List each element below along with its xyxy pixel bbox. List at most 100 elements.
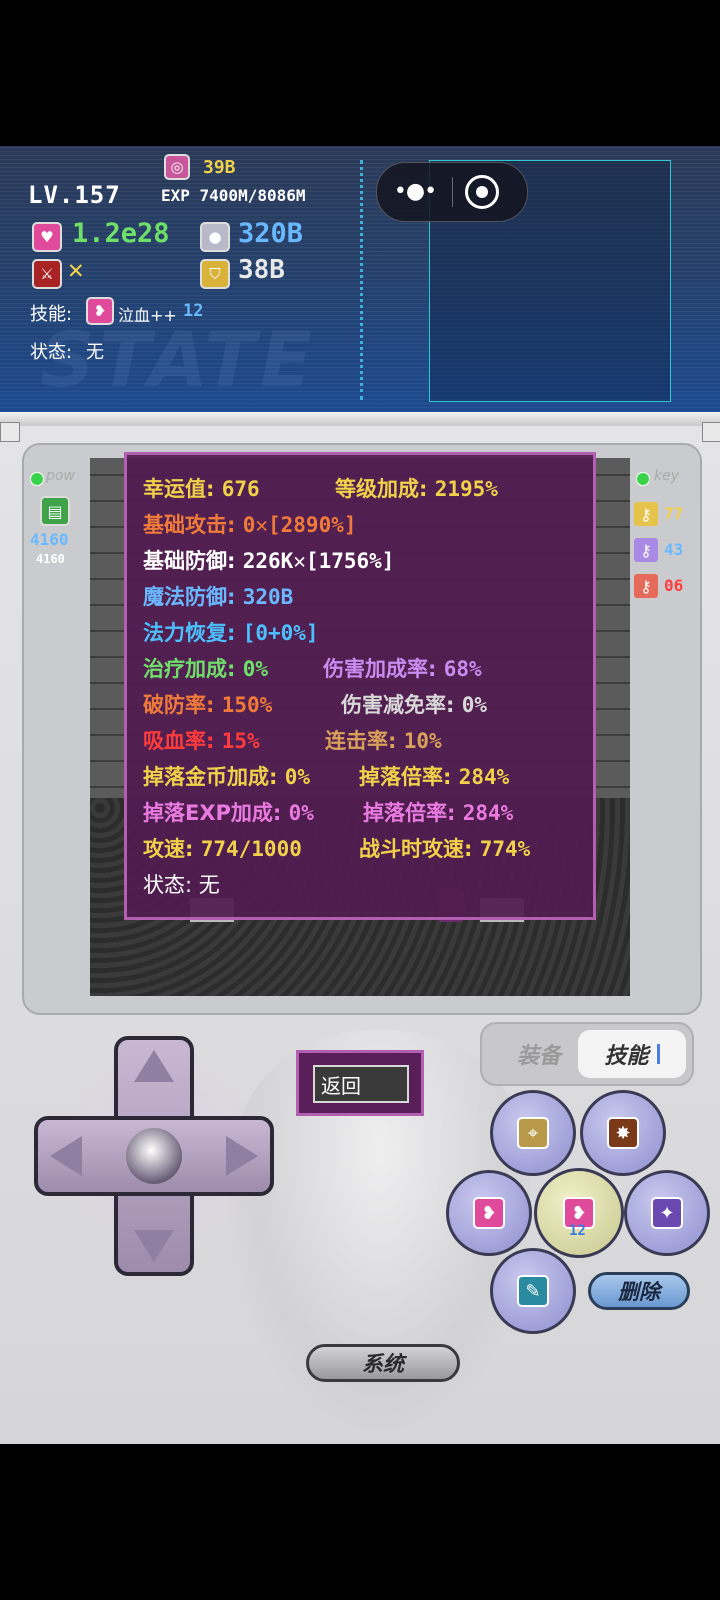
delete-button[interactable]: 删除 [588, 1272, 690, 1310]
gold-value: 39B [203, 157, 236, 178]
blue-key-count: 43 [664, 540, 684, 559]
stat-row-damage-bonus: 伤害加成率: 68% [323, 653, 482, 683]
panel-divider [360, 160, 363, 400]
back-button-frame: 返回 [296, 1050, 424, 1116]
heal-bonus-label: 治疗加成: [143, 657, 236, 681]
right-sidebar: key ⚷ 77 ⚷ 43 ⚷ 06 [632, 458, 694, 996]
state-watermark: STATE [40, 315, 316, 404]
target-icon: ⌖ [517, 1117, 549, 1149]
stat-row-exp-drop: 掉落EXP加成: 0% [143, 797, 314, 827]
dpad-down-arrow-icon[interactable] [134, 1230, 174, 1262]
base-attack-value: 0✕[2890%] [242, 513, 357, 537]
yellow-key-icon: ⚷ [632, 500, 660, 528]
skill-slot-scroll[interactable]: ✎ [490, 1248, 576, 1334]
gold-drop-label: 掉落金币加成: [143, 765, 278, 789]
base-attack-label: 基础攻击: [143, 513, 236, 537]
pow-indicator [30, 472, 44, 486]
stat-row-attack-speed: 攻速: 774/1000 [143, 833, 302, 863]
left-sidebar: pow ▤ 4160 4160 [26, 458, 88, 996]
heal-bonus-value: 0% [242, 657, 269, 681]
damage-reduce-label: 伤害减免率: [341, 693, 455, 717]
skill-slot-target[interactable]: ⌖ [490, 1090, 576, 1176]
stats-state-label: 状态: [143, 873, 193, 897]
stat-row-gold-drop: 掉落金币加成: 0% [143, 761, 310, 791]
book-icon: ▤ [40, 496, 70, 526]
tab-skill-label: 技能 [604, 1044, 649, 1069]
level-label: LV.157 [28, 181, 121, 209]
exp-label: EXP 7400M/8086M [161, 186, 306, 205]
attack-speed-label: 攻速: [143, 837, 194, 861]
gold-drop-value: 0% [284, 765, 311, 789]
exp-multiplier-value: 284% [462, 801, 514, 825]
pow-value-small: 4160 [36, 552, 65, 566]
stat-row-battle-speed: 战斗时攻速: 774% [359, 833, 530, 863]
pow-title: pow [46, 468, 75, 484]
mana-regen-label: 法力恢复: [143, 621, 236, 645]
level-bonus-value: 2195% [434, 477, 498, 501]
stat-row-exp-multiplier: 掉落倍率: 284% [363, 797, 513, 827]
dpad-up-arrow-icon[interactable] [134, 1050, 174, 1082]
state-value: 无 [86, 342, 104, 363]
more-menu-icon[interactable]: •●• [394, 179, 437, 204]
stat-row-lifesteal: 吸血率: 15% [143, 725, 260, 755]
pearl-icon: ● [200, 222, 230, 252]
dpad-left-arrow-icon[interactable] [50, 1136, 82, 1176]
capsule-divider [452, 177, 453, 207]
frame-hinge-right [702, 422, 720, 442]
battle-speed-value: 774% [479, 837, 531, 861]
key-indicator [636, 472, 650, 486]
system-button[interactable]: 系统 [306, 1344, 460, 1382]
skill-label: 技能: [30, 304, 73, 325]
red-key-icon: ⚷ [632, 572, 660, 600]
level-bonus-label: 等级加成: [335, 477, 428, 501]
blood-drop-icon: ❥ [473, 1197, 505, 1229]
stat-row-level-bonus: 等级加成: 2195% [335, 473, 498, 503]
pow-value-big: 4160 [30, 530, 69, 549]
stat-row-armor-break: 破防率: 150% [143, 689, 272, 719]
hp-value: 1.2e28 [72, 218, 170, 249]
defense-value: 38B [238, 255, 285, 285]
lifesteal-label: 吸血率: [143, 729, 215, 753]
dpad-right-arrow-icon[interactable] [226, 1136, 258, 1176]
luck-value: 676 [221, 477, 260, 501]
gold-coin-icon: ◎ [164, 154, 190, 180]
stats-state-value: 无 [198, 873, 220, 897]
stats-panel: 幸运值: 676 等级加成: 2195% 基础攻击: 0✕[2890%] 基础防… [124, 452, 596, 920]
close-miniprogram-icon[interactable] [465, 175, 499, 209]
tab-skill[interactable]: 技能 [578, 1030, 686, 1078]
stat-row-damage-reduce: 伤害减免率: 0% [341, 689, 487, 719]
miniprogram-capsule: •●• [376, 162, 528, 222]
stat-row-base-attack: 基础攻击: 0✕[2890%] [143, 509, 357, 539]
armor-break-value: 150% [221, 693, 273, 717]
skill-level: 12 [183, 301, 204, 321]
attack-speed-value: 774/1000 [200, 837, 302, 861]
skill-slot-blood[interactable]: ❥ [446, 1170, 532, 1256]
skill-name: 泣血++ [118, 306, 177, 325]
skill-slot-strike[interactable]: ✸ [580, 1090, 666, 1176]
active-skill-level: 12 [569, 1223, 586, 1239]
mana-value: 320B [238, 218, 304, 249]
lifesteal-value: 15% [221, 729, 260, 753]
combo-value: 10% [403, 729, 442, 753]
base-defense-value: 226K✕[1756%] [242, 549, 395, 573]
key-title: key [654, 468, 680, 484]
tab-bar: 装备 技能 [480, 1022, 694, 1086]
frame-rail [0, 412, 720, 426]
summon-icon: ✦ [651, 1197, 683, 1229]
stat-row-heal-bonus: 治疗加成: 0% [143, 653, 268, 683]
tab-equip[interactable]: 装备 [492, 1032, 586, 1076]
dpad-center-knob[interactable] [126, 1128, 182, 1184]
sword-icon: ⚔ [32, 259, 62, 289]
skill-slot-summon[interactable]: ✦ [624, 1170, 710, 1256]
back-button[interactable]: 返回 [313, 1065, 409, 1103]
luck-label: 幸运值: [143, 477, 215, 501]
damage-reduce-value: 0% [461, 693, 488, 717]
combo-label: 连击率: [325, 729, 397, 753]
tab-skill-indicator [656, 1044, 660, 1064]
skill-slot-active[interactable]: ❥ 12 [534, 1168, 624, 1258]
scroll-icon: ✎ [517, 1275, 549, 1307]
magic-defense-value: 320B [242, 585, 294, 609]
damage-bonus-label: 伤害加成率: [323, 657, 437, 681]
magic-defense-label: 魔法防御: [143, 585, 236, 609]
heart-icon: ♥ [32, 222, 62, 252]
